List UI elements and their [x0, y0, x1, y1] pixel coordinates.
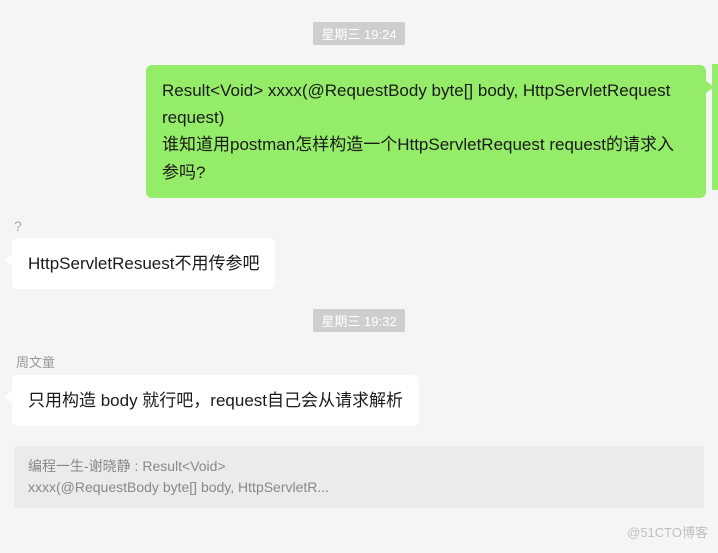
bubble-received[interactable]: 只用构造 body 就行吧，request自己会从请求解析 — [12, 375, 419, 426]
message-received-1[interactable]: HttpServletResuest不用传参吧 — [0, 238, 718, 289]
message-received-2[interactable]: 周文童 只用构造 body 就行吧，request自己会从请求解析 — [0, 352, 718, 426]
sender-name: 周文童 — [12, 352, 419, 371]
message-text-line2: 谁知道用postman怎样构造一个HttpServletRequest requ… — [162, 131, 690, 185]
pre-message-mark: ? — [0, 218, 718, 234]
watermark: @51CTO博客 — [627, 522, 708, 541]
quote-line2: xxxx(@RequestBody byte[] body, HttpServl… — [28, 477, 690, 498]
timestamp-first: 星期三 19:24 — [0, 22, 718, 45]
message-text-line1: Result<Void> xxxx(@RequestBody byte[] bo… — [162, 77, 690, 131]
bubble-received[interactable]: HttpServletResuest不用传参吧 — [12, 238, 275, 289]
quoted-message[interactable]: 编程一生-谢晓静 : Result<Void> xxxx(@RequestBod… — [14, 446, 704, 508]
message-text: 只用构造 body 就行吧，request自己会从请求解析 — [28, 391, 403, 410]
chat-container: 星期三 19:24 Result<Void> xxxx(@RequestBody… — [0, 0, 718, 553]
message-sent-1[interactable]: Result<Void> xxxx(@RequestBody byte[] bo… — [0, 65, 718, 198]
timestamp-label: 星期三 19:32 — [313, 309, 404, 332]
quote-line1: 编程一生-谢晓静 : Result<Void> — [28, 456, 690, 477]
timestamp-label: 星期三 19:24 — [313, 22, 404, 45]
timestamp-second: 星期三 19:32 — [0, 309, 718, 332]
bubble-sent[interactable]: Result<Void> xxxx(@RequestBody byte[] bo… — [146, 65, 706, 198]
message-text: HttpServletResuest不用传参吧 — [28, 254, 259, 273]
